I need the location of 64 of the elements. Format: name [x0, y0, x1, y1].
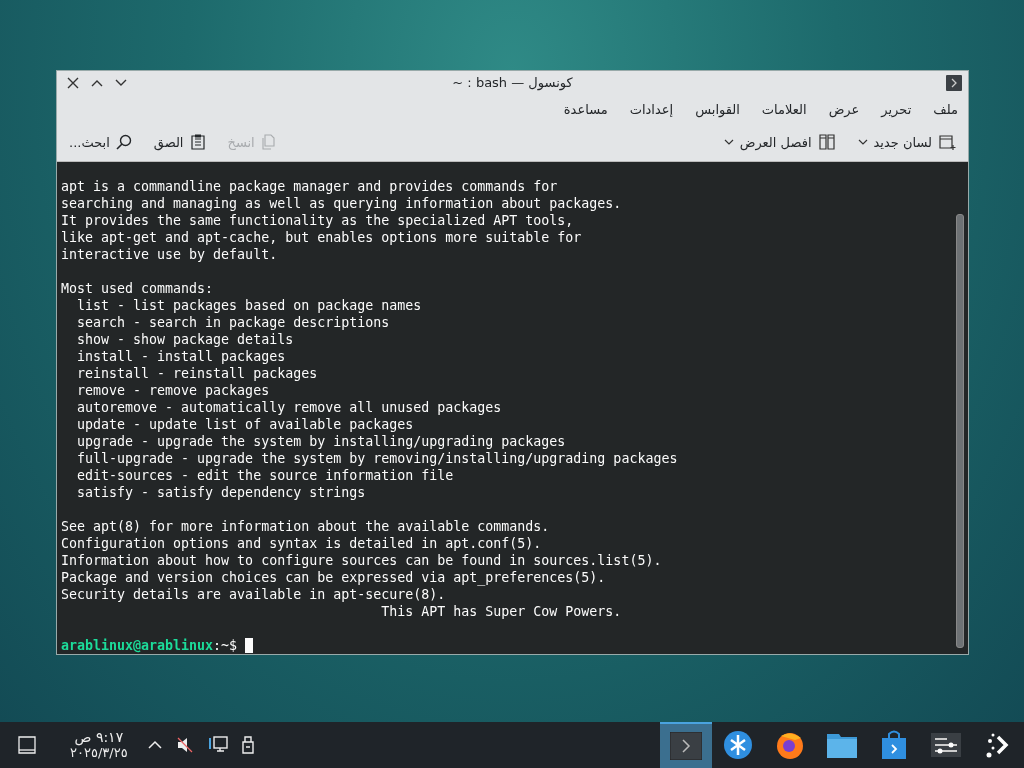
- caret-icon: [723, 139, 734, 145]
- terminal-line: interactive use by default.: [61, 246, 278, 263]
- copy-icon: [260, 134, 277, 150]
- new-tab-icon: [938, 133, 956, 151]
- menu-item[interactable]: تحرير: [881, 102, 912, 117]
- clipboard-icon: [189, 134, 206, 150]
- terminal-line: Package and version choices can be expressed via apt_preferences(5).: [61, 569, 606, 586]
- terminal-line: install - install packages: [76, 348, 286, 365]
- caret-icon: [857, 139, 868, 145]
- terminal-line: like apt-get and apt-cache, but enables options more suitable for: [61, 229, 582, 246]
- text-cursor: [245, 638, 254, 653]
- folder-icon: [826, 731, 858, 759]
- terminal-line: Security details are available in apt-secure(8).: [61, 586, 446, 603]
- terminal-line: apt is a commandline package manager and provides commands for: [61, 178, 558, 195]
- globe-icon: [723, 730, 753, 760]
- split-view-icon: [817, 133, 836, 151]
- window-title: كونسول — bash : ~: [452, 75, 573, 90]
- terminal-line: searching and managing as well as querying information about packages.: [61, 195, 622, 212]
- terminal-icon: [946, 74, 962, 91]
- terminal-line: This APT has Super Cow Powers.: [380, 603, 622, 620]
- menu-item[interactable]: إعدادات: [629, 102, 674, 117]
- split-button[interactable]: افصل العرض: [719, 129, 840, 155]
- muted-speaker-icon[interactable]: [175, 736, 194, 754]
- chevron-up-icon: [91, 78, 103, 87]
- close-icon: [67, 76, 79, 89]
- terminal-line: See apt(8) for more information about the available commands.: [61, 518, 550, 535]
- network-icon[interactable]: [207, 736, 228, 754]
- prompt-user: arablinux@arablinux: [61, 637, 214, 654]
- menu-item[interactable]: العلامات: [761, 102, 807, 117]
- scrollbar[interactable]: [956, 214, 964, 648]
- menu-item[interactable]: عرض: [828, 102, 860, 117]
- terminal-line: autoremove - automatically remove all unused packages: [76, 399, 502, 416]
- terminal-line: satisfy - satisfy dependency strings: [76, 484, 366, 501]
- terminal-line: Most used commands:: [61, 280, 214, 297]
- terminal-line: show - show package details: [76, 331, 294, 348]
- terminal-line: update - update list of available packages: [76, 416, 414, 433]
- terminal-line: Configuration options and syntax is detailed in apt.conf(5).: [61, 535, 542, 552]
- prompt-path: :~$: [213, 637, 238, 654]
- menu-item[interactable]: ملف: [933, 102, 958, 117]
- terminal-line: search - search in package descriptions: [76, 314, 390, 331]
- clock-time[interactable]: ٩:١٧ ص: [74, 730, 124, 745]
- terminal-line: list - list packages based on package names: [76, 297, 422, 314]
- terminal-line: full-upgrade - upgrade the system by removing/installing/upgrading packages: [76, 450, 678, 467]
- terminal-line: It provides the same functionality as the specialized APT tools,: [61, 212, 574, 229]
- terminal-line: upgrade - upgrade the system by installing/upgrading packages: [76, 433, 566, 450]
- paste-button[interactable]: الصق: [149, 129, 210, 155]
- clock-date[interactable]: ٢٠٢٥/٣/٢٥: [70, 745, 128, 760]
- menu-item[interactable]: القوابس: [695, 102, 740, 117]
- menu-item[interactable]: مساعدة: [563, 102, 608, 117]
- terminal-line: edit-sources - edit the source information file: [76, 467, 454, 484]
- show-desktop-icon[interactable]: [18, 736, 36, 754]
- shopping-bag-icon: [880, 730, 908, 760]
- new-tab-button[interactable]: لسان جديد: [853, 129, 960, 155]
- terminal-line: Information about how to configure sources can be found in sources.list(5).: [61, 552, 662, 569]
- search-icon: [115, 134, 132, 150]
- usb-drive-icon[interactable]: [241, 736, 254, 754]
- terminal-icon: [670, 732, 702, 760]
- browser-icon: [775, 730, 805, 760]
- chevron-up-icon[interactable]: [147, 740, 162, 750]
- chevron-down-icon: [115, 78, 127, 87]
- terminal-line: reinstall - reinstall packages: [76, 365, 318, 382]
- terminal-line: remove - remove packages: [76, 382, 270, 399]
- sliders-icon: [931, 733, 961, 757]
- find-button[interactable]: ابحث...: [65, 129, 136, 155]
